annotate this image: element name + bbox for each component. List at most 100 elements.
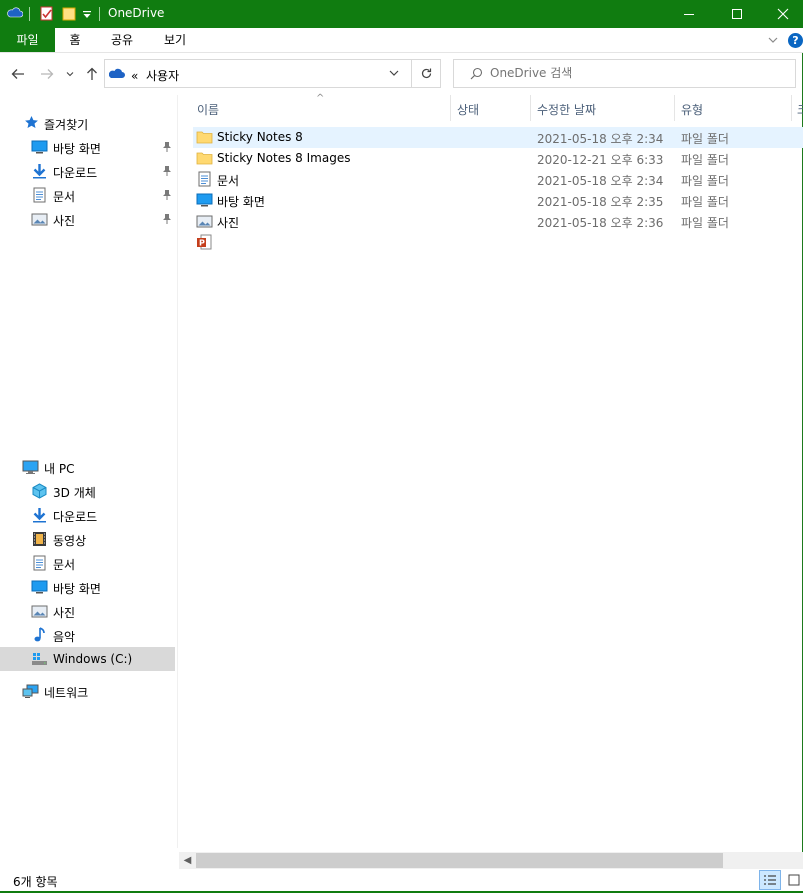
onedrive-cloud-icon (108, 66, 125, 85)
column-divider[interactable] (791, 95, 792, 121)
tab-share[interactable]: 공유 (106, 28, 138, 52)
search-box[interactable] (453, 59, 796, 88)
explorer-window: OneDrive 파일 홈 공유 보기 ? « 사용자 OneDrive 검색 … (0, 0, 803, 893)
nav-documents[interactable]: 문서 (0, 551, 175, 575)
file-date: 2021-05-18 오후 2:35 (537, 195, 664, 209)
music-icon (31, 627, 48, 643)
column-divider[interactable] (450, 95, 451, 121)
refresh-icon (421, 68, 431, 79)
sort-ascending-icon: ^ (316, 93, 325, 104)
horizontal-scrollbar[interactable]: ◀ (179, 852, 803, 869)
maximize-button[interactable] (714, 0, 760, 28)
nav-desktop[interactable]: 바탕 화면 (0, 575, 175, 599)
document-icon (31, 555, 48, 571)
help-icon[interactable]: ? (788, 33, 803, 48)
address-path[interactable]: « 사용자 (131, 67, 179, 84)
expand-ribbon-chevron-icon[interactable] (767, 34, 779, 49)
column-date-modified[interactable]: 수정한 날짜 (537, 101, 596, 118)
column-divider[interactable] (674, 95, 675, 121)
large-icons-view-icon (788, 874, 799, 886)
nav-label: Windows (C:) (53, 652, 133, 666)
tab-view[interactable]: 보기 (159, 28, 191, 52)
nav-quick-access[interactable]: 즐겨찾기 (0, 111, 175, 135)
onedrive-cloud-icon (7, 5, 24, 22)
document-icon (31, 187, 48, 203)
network-icon (22, 683, 39, 699)
nav-3d-objects[interactable]: 3D 개체 (0, 479, 175, 503)
file-row[interactable]: Sticky Notes 8 2021-05-18 오후 2:34 파일 폴더 (193, 127, 803, 148)
nav-windows-drive[interactable]: Windows (C:) (0, 647, 175, 671)
star-icon (24, 115, 39, 131)
column-name[interactable]: 이름 (197, 101, 219, 118)
column-type[interactable]: 유형 (681, 101, 703, 118)
tab-file[interactable]: 파일 (0, 28, 55, 52)
file-list: ^ 이름 상태 수정한 날짜 유형 크 Sticky Notes 8 2021-… (179, 93, 803, 848)
pin-icon[interactable] (162, 213, 172, 225)
nav-quick-documents[interactable]: 문서 (0, 183, 175, 207)
nav-pictures[interactable]: 사진 (0, 599, 175, 623)
file-name: 문서 (217, 174, 240, 188)
forward-button[interactable] (38, 65, 56, 83)
file-type: 파일 폴더 (681, 174, 729, 188)
tab-home[interactable]: 홈 (62, 28, 88, 52)
file-row[interactable]: P (193, 232, 803, 253)
column-size[interactable]: 크 (797, 101, 803, 118)
nav-downloads[interactable]: 다운로드 (0, 503, 175, 527)
address-history-chevron-icon[interactable] (388, 67, 400, 82)
minimize-icon (684, 14, 694, 15)
close-button[interactable] (760, 0, 803, 28)
file-row[interactable]: 바탕 화면 2021-05-18 오후 2:35 파일 폴더 (193, 190, 803, 211)
nav-label: 동영상 (53, 534, 87, 548)
nav-videos[interactable]: 동영상 (0, 527, 175, 551)
file-date: 2020-12-21 오후 6:33 (537, 153, 664, 167)
file-type: 파일 폴더 (681, 195, 729, 209)
pin-icon[interactable] (162, 189, 172, 201)
nav-label: 다운로드 (53, 166, 98, 180)
nav-label: 사진 (53, 606, 76, 620)
column-status[interactable]: 상태 (457, 101, 479, 118)
breadcrumb-users[interactable]: 사용자 (146, 69, 179, 83)
nav-label: 3D 개체 (53, 486, 96, 500)
recent-locations-button[interactable] (64, 65, 76, 83)
document-icon (196, 171, 213, 187)
scroll-thumb[interactable] (196, 853, 723, 868)
pictures-icon (31, 211, 48, 227)
desktop-icon (196, 192, 213, 208)
file-row[interactable]: 문서 2021-05-18 오후 2:34 파일 폴더 (193, 169, 803, 190)
qat-dropdown-icon[interactable] (82, 9, 92, 26)
minimize-button[interactable] (666, 0, 712, 28)
nav-quick-desktop[interactable]: 바탕 화면 (0, 135, 175, 159)
file-date: 2021-05-18 오후 2:36 (537, 216, 664, 230)
details-view-icon (764, 875, 776, 885)
file-date: 2021-05-18 오후 2:34 (537, 174, 664, 188)
pin-icon[interactable] (162, 141, 172, 153)
pin-icon[interactable] (162, 165, 172, 177)
breadcrumb-overflow[interactable]: « (131, 69, 138, 83)
properties-icon[interactable] (39, 5, 55, 22)
nav-this-pc[interactable]: 내 PC (0, 455, 175, 479)
nav-label: 문서 (53, 190, 76, 204)
file-row[interactable]: Sticky Notes 8 Images 2020-12-21 오후 6:33… (193, 148, 803, 169)
search-input[interactable] (490, 66, 780, 80)
up-arrow-icon (87, 67, 97, 80)
nav-quick-pictures[interactable]: 사진 (0, 207, 175, 231)
nav-quick-downloads[interactable]: 다운로드 (0, 159, 175, 183)
column-divider[interactable] (530, 95, 531, 121)
nav-music[interactable]: 음악 (0, 623, 175, 647)
address-bar[interactable]: « 사용자 (104, 59, 412, 88)
back-button[interactable] (9, 65, 27, 83)
qat-separator (29, 7, 30, 21)
computer-icon (22, 459, 39, 475)
file-type: 파일 폴더 (681, 132, 729, 146)
search-icon (470, 67, 483, 83)
details-view-button[interactable] (759, 870, 781, 890)
up-button[interactable] (83, 65, 101, 83)
nav-network[interactable]: 네트워크 (0, 679, 175, 703)
scroll-left-icon[interactable]: ◀ (179, 852, 196, 869)
new-folder-icon[interactable] (61, 5, 77, 22)
refresh-button[interactable] (412, 59, 441, 88)
nav-label: 다운로드 (53, 510, 98, 524)
file-name: 사진 (217, 216, 240, 230)
large-icons-view-button[interactable] (784, 870, 803, 890)
file-row[interactable]: 사진 2021-05-18 오후 2:36 파일 폴더 (193, 211, 803, 232)
